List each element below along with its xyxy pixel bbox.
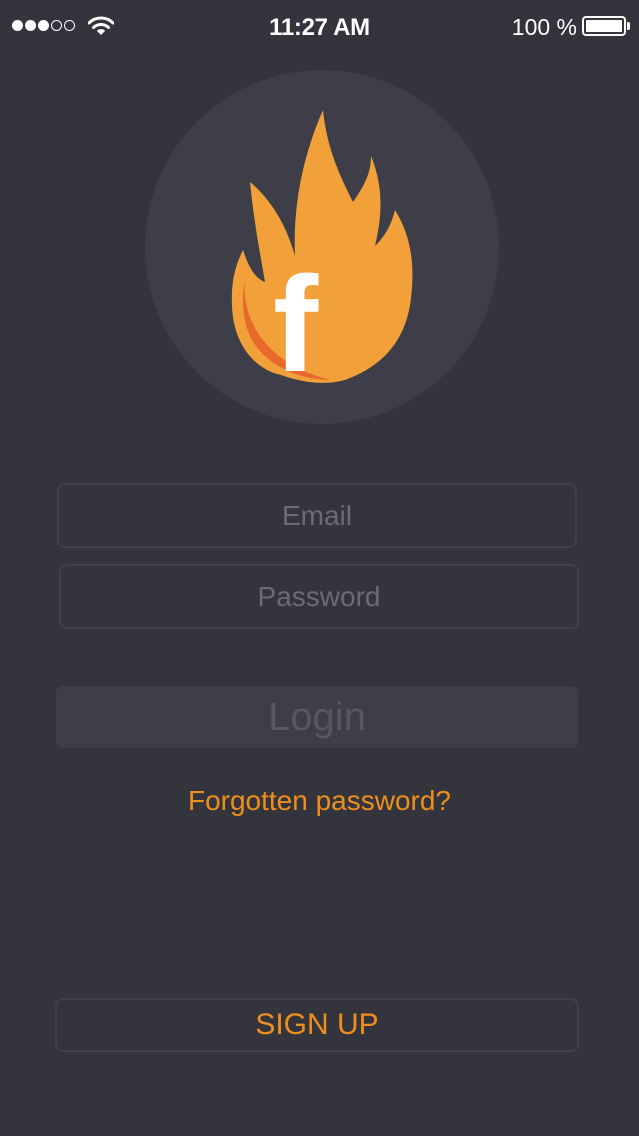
status-bar: 11:27 AM 100 %: [0, 0, 639, 54]
battery-tip: [627, 22, 630, 30]
battery-icon: [582, 16, 626, 36]
logo-letter: f: [273, 248, 319, 400]
email-field[interactable]: [57, 483, 577, 548]
battery-level: [586, 20, 622, 32]
password-field[interactable]: [59, 564, 579, 629]
login-button[interactable]: Login: [56, 686, 578, 748]
sign-up-button[interactable]: SIGN UP: [55, 998, 579, 1052]
battery-percentage: 100 %: [511, 14, 577, 40]
flame-icon: f: [231, 110, 413, 400]
forgot-password-link[interactable]: Forgotten password?: [0, 785, 639, 817]
